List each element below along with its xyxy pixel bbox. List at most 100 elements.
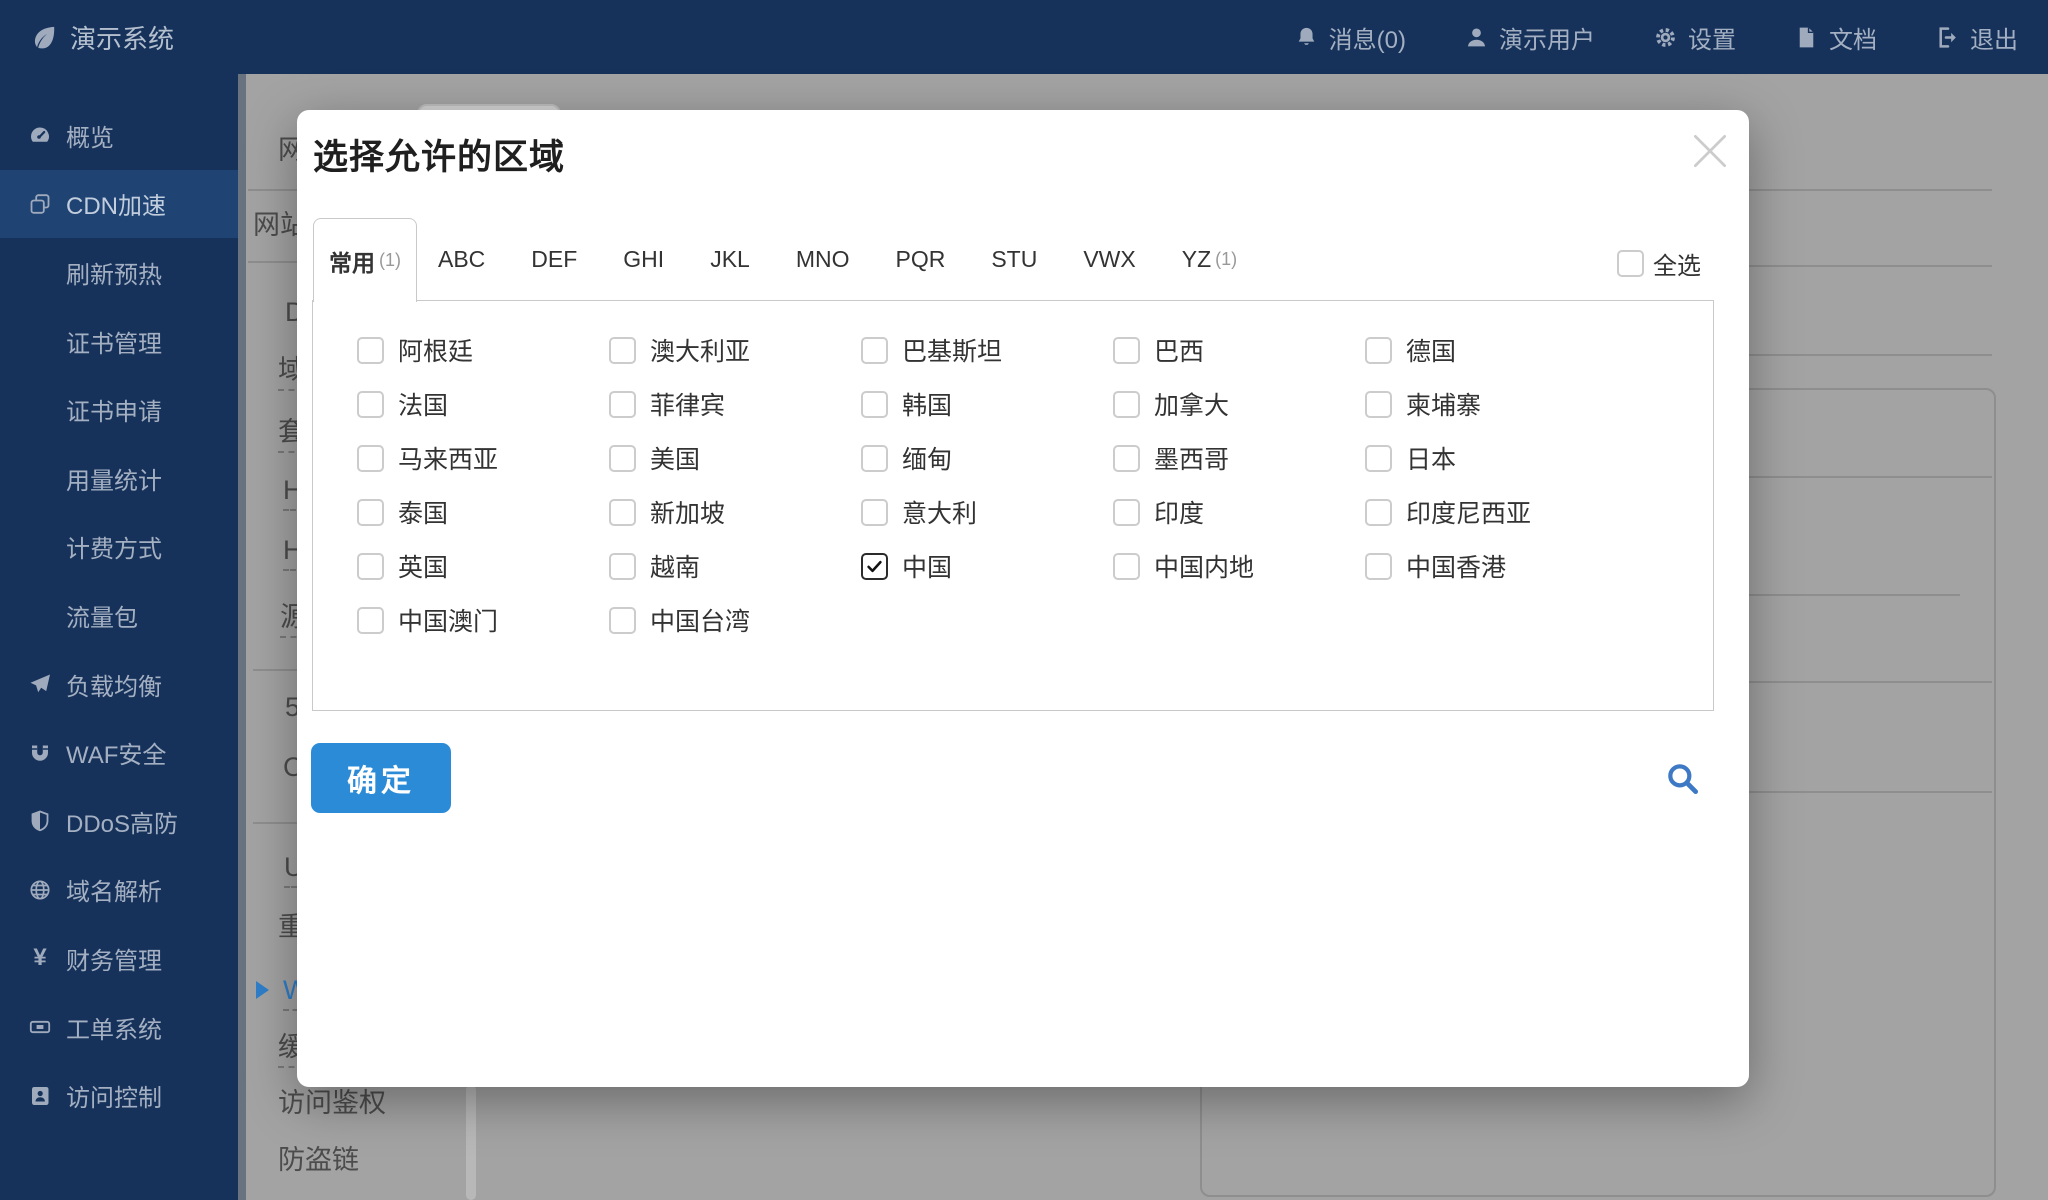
region-checkbox-india[interactable]: 印度 (1113, 485, 1365, 539)
checkbox-icon[interactable] (1365, 444, 1392, 472)
sidebar-item-finance[interactable]: ¥ 财务管理 (0, 924, 238, 993)
region-checkbox-macau[interactable]: 中国澳门 (357, 593, 609, 647)
checkbox-icon[interactable] (609, 444, 636, 472)
region-checkbox-indonesia[interactable]: 印度尼西亚 (1365, 485, 1617, 539)
checkbox-icon[interactable] (1365, 336, 1392, 364)
tab-ghi[interactable]: GHI (602, 218, 689, 300)
brand[interactable]: 演示系统 (0, 19, 174, 56)
region-checkbox-usa[interactable]: 美国 (609, 431, 861, 485)
sidebar-item-tickets[interactable]: 工单系统 (0, 993, 238, 1062)
region-checkbox-japan[interactable]: 日本 (1365, 431, 1617, 485)
checkbox-icon[interactable] (1113, 552, 1140, 580)
tab-jkl[interactable]: JKL (689, 218, 775, 300)
sidebar-item-cdn[interactable]: CDN加速 (0, 169, 238, 239)
checkbox-icon[interactable] (1113, 336, 1140, 364)
search-button[interactable] (1664, 760, 1702, 798)
region-checkbox-pakistan[interactable]: 巴基斯坦 (861, 323, 1113, 377)
sidebar-item-usage-stats[interactable]: 用量统计 (0, 444, 238, 513)
sidebar-item-overview[interactable]: 概览 (0, 101, 238, 170)
checkbox-icon[interactable] (1113, 444, 1140, 472)
checkbox-icon[interactable] (357, 336, 384, 364)
checkbox-icon[interactable] (357, 552, 384, 580)
region-checkbox-china[interactable]: 中国 (861, 539, 1113, 593)
sidebar-item-waf[interactable]: WAF安全 (0, 718, 238, 787)
checkbox-icon[interactable] (609, 336, 636, 364)
clone-icon (28, 192, 52, 216)
close-button[interactable] (1685, 128, 1735, 178)
region-checkbox-brazil[interactable]: 巴西 (1113, 323, 1365, 377)
checkbox-icon[interactable] (357, 444, 384, 472)
bg-anchor-item: 防盗链 (278, 1145, 359, 1175)
checkbox-icon[interactable] (1113, 390, 1140, 418)
ticket-icon (28, 1015, 52, 1039)
sidebar-item-load-balance[interactable]: 负载均衡 (0, 650, 238, 719)
checkbox-icon[interactable] (1617, 250, 1644, 277)
select-all-checkbox[interactable]: 全选 (1617, 246, 1701, 281)
region-checkbox-vietnam[interactable]: 越南 (609, 539, 861, 593)
tab-abc[interactable]: ABC (417, 218, 510, 300)
checkbox-icon[interactable] (1113, 498, 1140, 526)
region-checkbox-china-mainland[interactable]: 中国内地 (1113, 539, 1365, 593)
sidebar-item-access-control[interactable]: 访问控制 (0, 1061, 238, 1130)
confirm-button[interactable]: 确定 (311, 743, 451, 813)
tab-vwx[interactable]: VWX (1062, 218, 1160, 300)
sidebar-item-refresh-preheat[interactable]: 刷新预热 (0, 238, 238, 307)
sidebar-item-billing-mode[interactable]: 计费方式 (0, 513, 238, 582)
checkbox-icon[interactable] (609, 390, 636, 418)
yen-icon: ¥ (33, 944, 47, 972)
content-left-edge (238, 74, 246, 1200)
tab-def[interactable]: DEF (510, 218, 602, 300)
region-checkbox-argentina[interactable]: 阿根廷 (357, 323, 609, 377)
checkbox-icon[interactable] (1365, 498, 1392, 526)
docs-menu-item[interactable]: 文档 (1794, 20, 1877, 55)
region-checkbox-mexico[interactable]: 墨西哥 (1113, 431, 1365, 485)
checkbox-icon[interactable] (609, 552, 636, 580)
region-checkbox-hongkong[interactable]: 中国香港 (1365, 539, 1617, 593)
region-checkbox-singapore[interactable]: 新加坡 (609, 485, 861, 539)
region-checkbox-malaysia[interactable]: 马来西亚 (357, 431, 609, 485)
gear-icon (1653, 25, 1678, 50)
sidebar-item-cert-manage[interactable]: 证书管理 (0, 307, 238, 376)
checkbox-icon[interactable] (1365, 552, 1392, 580)
sidebar-item-ddos[interactable]: DDoS高防 (0, 787, 238, 856)
tab-common[interactable]: 常用 (1) (313, 218, 417, 302)
logout-menu-item[interactable]: 退出 (1935, 20, 2018, 55)
checkbox-icon[interactable] (861, 336, 888, 364)
region-checkbox-canada[interactable]: 加拿大 (1113, 377, 1365, 431)
region-checkbox-germany[interactable]: 德国 (1365, 323, 1617, 377)
region-checkbox-italy[interactable]: 意大利 (861, 485, 1113, 539)
tab-pqr[interactable]: PQR (875, 218, 971, 300)
checkbox-icon[interactable] (609, 606, 636, 634)
messages-menu-item[interactable]: 消息(0) (1294, 20, 1406, 55)
checkbox-icon[interactable] (609, 498, 636, 526)
checkbox-icon[interactable] (1365, 390, 1392, 418)
sidebar-item-dns[interactable]: 域名解析 (0, 856, 238, 925)
settings-menu-item[interactable]: 设置 (1653, 20, 1736, 55)
region-checkbox-thailand[interactable]: 泰国 (357, 485, 609, 539)
search-icon (1664, 764, 1702, 802)
tab-mno[interactable]: MNO (775, 218, 875, 300)
checkbox-icon[interactable] (861, 498, 888, 526)
region-panel: 阿根廷 澳大利亚 巴基斯坦 巴西 德国 法国 菲律宾 韩国 加拿大 柬埔寨 马来… (312, 300, 1714, 711)
region-checkbox-australia[interactable]: 澳大利亚 (609, 323, 861, 377)
region-checkbox-philippines[interactable]: 菲律宾 (609, 377, 861, 431)
region-checkbox-france[interactable]: 法国 (357, 377, 609, 431)
checkbox-icon[interactable] (357, 498, 384, 526)
region-grid: 阿根廷 澳大利亚 巴基斯坦 巴西 德国 法国 菲律宾 韩国 加拿大 柬埔寨 马来… (313, 301, 1713, 647)
region-checkbox-uk[interactable]: 英国 (357, 539, 609, 593)
sidebar-item-traffic-package[interactable]: 流量包 (0, 581, 238, 650)
tab-yz[interactable]: YZ (1) (1161, 218, 1258, 300)
region-checkbox-cambodia[interactable]: 柬埔寨 (1365, 377, 1617, 431)
checkbox-icon[interactable] (861, 390, 888, 418)
settings-label: 设置 (1688, 26, 1736, 54)
region-checkbox-taiwan[interactable]: 中国台湾 (609, 593, 861, 647)
checkbox-icon[interactable] (861, 444, 888, 472)
tab-stu[interactable]: STU (970, 218, 1062, 300)
sidebar-item-cert-apply[interactable]: 证书申请 (0, 375, 238, 444)
region-checkbox-korea[interactable]: 韩国 (861, 377, 1113, 431)
region-checkbox-myanmar[interactable]: 缅甸 (861, 431, 1113, 485)
user-menu-item[interactable]: 演示用户 (1464, 20, 1595, 55)
checkbox-icon[interactable] (861, 552, 888, 580)
checkbox-icon[interactable] (357, 606, 384, 634)
checkbox-icon[interactable] (357, 390, 384, 418)
